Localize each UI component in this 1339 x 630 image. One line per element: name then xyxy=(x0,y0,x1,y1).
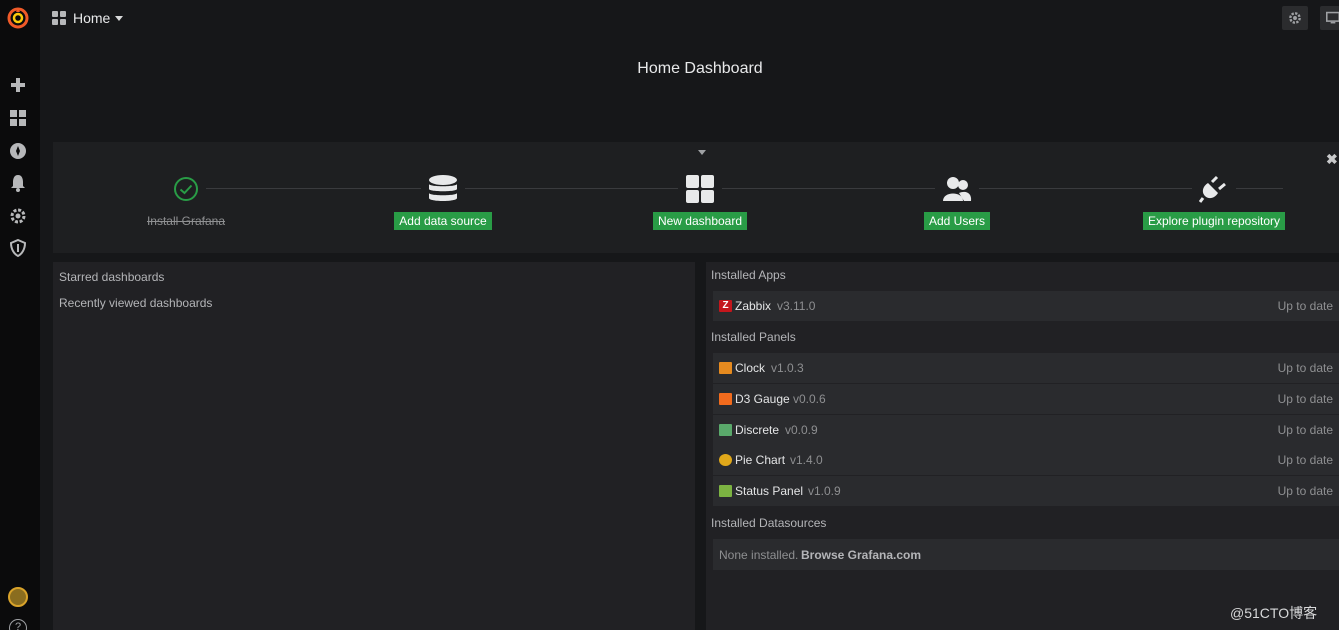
close-icon[interactable]: ✖ xyxy=(1326,152,1338,166)
add-users-button[interactable]: Add Users xyxy=(923,212,991,230)
dashboard-picker-label: Home xyxy=(73,10,111,26)
explore-compass-icon[interactable] xyxy=(9,142,27,160)
plugin-row[interactable]: Status Panel v1.0.9 Up to date xyxy=(713,476,1339,506)
dashboards-icon xyxy=(52,11,66,25)
dashboard-grid-icon xyxy=(686,175,714,203)
plugin-name: Status Panel xyxy=(735,484,804,498)
step-label: Install Grafana xyxy=(146,214,226,228)
recent-dashboards-heading: Recently viewed dashboards xyxy=(59,296,213,310)
help-icon[interactable]: ? xyxy=(9,619,27,630)
page-title: Home Dashboard xyxy=(637,60,763,77)
monitor-icon xyxy=(1326,11,1339,24)
panel-collapse-icon[interactable] xyxy=(698,150,706,155)
watermark-text: @51CTO博客 xyxy=(1230,605,1318,621)
plus-icon[interactable] xyxy=(9,76,27,94)
check-circle-icon xyxy=(174,177,198,201)
no-datasources-row: None installed. Browse Grafana.com xyxy=(713,539,1339,570)
dashboard-list-panel: Starred dashboards Recently viewed dashb… xyxy=(53,262,695,630)
step-new-dashboard: New dashboard xyxy=(610,172,790,230)
grafana-logo-icon[interactable] xyxy=(6,6,30,30)
discrete-plugin-icon xyxy=(719,424,732,436)
plugin-version: v0.0.6 xyxy=(793,392,826,406)
users-icon xyxy=(943,177,972,201)
plugin-row[interactable]: Clock v1.0.3 Up to date xyxy=(713,353,1339,383)
plugin-name: Clock xyxy=(735,361,766,375)
add-data-source-button[interactable]: Add data source xyxy=(394,212,492,230)
plugin-status: Up to date xyxy=(1277,423,1333,437)
bell-icon[interactable] xyxy=(9,174,27,192)
dashboard-settings-button[interactable] xyxy=(1282,6,1308,30)
dashboards-icon[interactable] xyxy=(9,109,27,127)
shield-icon[interactable] xyxy=(9,239,27,257)
new-dashboard-button[interactable]: New dashboard xyxy=(652,212,748,230)
top-navbar: Home xyxy=(40,0,1339,36)
step-add-data-source: Add data source xyxy=(353,172,533,230)
plugin-status: Up to date xyxy=(1277,453,1333,467)
explore-plugins-button[interactable]: Explore plugin repository xyxy=(1142,212,1286,230)
installed-datasources-heading: Installed Datasources xyxy=(711,516,827,530)
pie-chart-plugin-icon xyxy=(719,454,732,466)
installed-apps-heading: Installed Apps xyxy=(711,268,786,282)
plugin-row[interactable]: D3 Gauge v0.0.6 Up to date xyxy=(713,384,1339,414)
starred-dashboards-heading: Starred dashboards xyxy=(59,270,165,284)
step-explore-plugins: Explore plugin repository xyxy=(1124,172,1304,230)
sidebar: ? xyxy=(0,0,40,630)
plugin-name: Discrete xyxy=(735,423,780,437)
d3-gauge-plugin-icon xyxy=(719,393,732,405)
zabbix-icon: Z xyxy=(719,300,732,312)
browse-grafana-link[interactable]: Browse Grafana.com xyxy=(801,548,921,562)
plugin-version: v1.0.3 xyxy=(771,361,804,375)
status-panel-plugin-icon xyxy=(719,485,732,497)
chevron-down-icon xyxy=(115,16,124,21)
step-add-users: Add Users xyxy=(867,172,1047,230)
view-mode-button[interactable] xyxy=(1320,6,1339,30)
plugin-name: Pie Chart xyxy=(735,453,786,467)
plugin-row[interactable]: Pie Chart v1.4.0 Up to date xyxy=(713,445,1339,475)
plug-icon xyxy=(1199,175,1226,203)
gear-icon xyxy=(1289,12,1301,24)
plugin-name: D3 Gauge xyxy=(735,392,790,406)
clock-plugin-icon xyxy=(719,362,732,374)
plugin-status: Up to date xyxy=(1277,299,1333,313)
plugin-version: v0.0.9 xyxy=(785,423,818,437)
none-installed-text: None installed. xyxy=(719,548,799,562)
dashboard-picker[interactable]: Home xyxy=(52,9,124,27)
plugin-status: Up to date xyxy=(1277,392,1333,406)
plugin-name: Zabbix xyxy=(735,299,772,313)
getting-started-panel: ✖ Install Grafana Add data source New da… xyxy=(53,142,1339,253)
plugin-version: v1.0.9 xyxy=(808,484,841,498)
database-icon xyxy=(429,175,457,201)
plugin-version: v3.11.0 xyxy=(777,299,816,313)
user-avatar[interactable] xyxy=(8,587,28,607)
plugin-version: v1.4.0 xyxy=(790,453,823,467)
plugin-status: Up to date xyxy=(1277,361,1333,375)
plugin-row[interactable]: Discrete v0.0.9 Up to date xyxy=(713,415,1339,445)
plugin-list-panel: Installed Apps Z Zabbix v3.11.0 Up to da… xyxy=(706,262,1339,630)
plugin-row[interactable]: Z Zabbix v3.11.0 Up to date xyxy=(713,291,1339,321)
installed-panels-heading: Installed Panels xyxy=(711,330,796,344)
step-install-grafana: Install Grafana xyxy=(96,172,276,230)
gear-icon[interactable] xyxy=(9,207,27,225)
plugin-status: Up to date xyxy=(1277,484,1333,498)
